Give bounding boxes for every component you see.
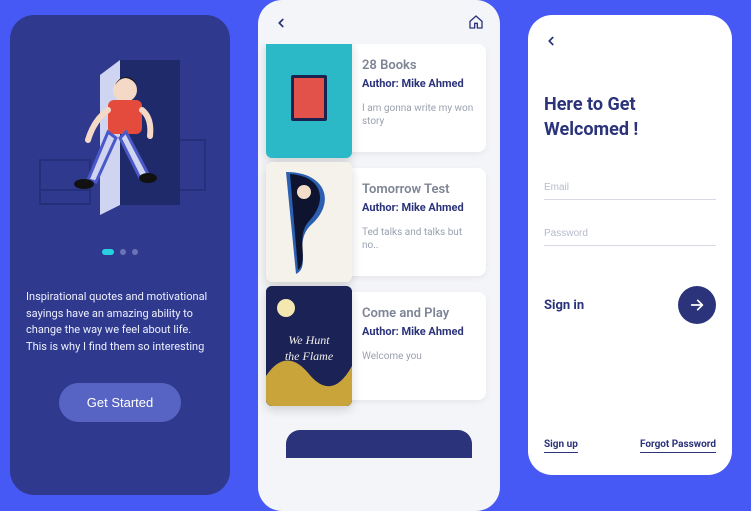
signin-row: Sign in bbox=[544, 286, 716, 324]
book-author: Author: Mike Ahmed bbox=[362, 325, 478, 338]
book-card[interactable]: Tomorrow Test Author: Mike Ahmed Ted tal… bbox=[272, 168, 486, 276]
svg-text:We Hunt: We Hunt bbox=[288, 333, 330, 347]
auth-title-line1: Here to Get bbox=[544, 94, 636, 115]
library-header bbox=[258, 0, 500, 44]
bottom-bar[interactable] bbox=[286, 430, 472, 458]
onboarding-illustration bbox=[26, 15, 214, 245]
auth-title-line2: Welcomed ! bbox=[544, 119, 638, 140]
book-info: Tomorrow Test Author: Mike Ahmed Ted tal… bbox=[362, 168, 486, 276]
book-description: I am gonna write my won story bbox=[362, 102, 478, 128]
arrow-right-icon bbox=[689, 297, 705, 313]
book-author: Author: Mike Ahmed bbox=[362, 77, 478, 90]
library-screen: 28 Books Author: Mike Ahmed I am gonna w… bbox=[258, 0, 500, 511]
email-field[interactable] bbox=[544, 176, 716, 200]
book-description: Welcome you bbox=[362, 350, 478, 363]
svg-text:the Flame: the Flame bbox=[285, 349, 334, 363]
password-field[interactable] bbox=[544, 222, 716, 246]
book-cover bbox=[266, 44, 352, 158]
book-author: Author: Mike Ahmed bbox=[362, 201, 478, 214]
book-cover: We Hunt the Flame bbox=[266, 286, 352, 406]
auth-screen: Here to Get Welcomed ! Sign in Sign up F… bbox=[528, 15, 732, 475]
back-icon[interactable] bbox=[274, 15, 288, 34]
signin-label: Sign in bbox=[544, 298, 584, 313]
get-started-button[interactable]: Get Started bbox=[59, 383, 181, 422]
book-info: 28 Books Author: Mike Ahmed I am gonna w… bbox=[362, 44, 486, 152]
book-card[interactable]: 28 Books Author: Mike Ahmed I am gonna w… bbox=[272, 44, 486, 152]
person-door-illustration bbox=[30, 40, 210, 220]
home-icon[interactable] bbox=[468, 14, 484, 34]
book-cover bbox=[266, 162, 352, 282]
forgot-password-link[interactable]: Forgot Password bbox=[640, 439, 716, 453]
dot-active bbox=[102, 249, 114, 255]
auth-title: Here to Get Welcomed ! bbox=[544, 92, 716, 142]
signup-link[interactable]: Sign up bbox=[544, 439, 578, 453]
book-info: Come and Play Author: Mike Ahmed Welcome… bbox=[362, 292, 486, 400]
dot bbox=[132, 249, 138, 255]
book-description: Ted talks and talks but no.. bbox=[362, 226, 478, 252]
auth-bottom-links: Sign up Forgot Password bbox=[544, 439, 716, 453]
book-title: 28 Books bbox=[362, 58, 478, 73]
onboarding-screen: Inspirational quotes and motivational sa… bbox=[10, 15, 230, 495]
book-card[interactable]: We Hunt the Flame Come and Play Author: … bbox=[272, 292, 486, 400]
dot bbox=[120, 249, 126, 255]
onboarding-description: Inspirational quotes and motivational sa… bbox=[26, 289, 214, 355]
book-title: Come and Play bbox=[362, 306, 478, 321]
book-list: 28 Books Author: Mike Ahmed I am gonna w… bbox=[258, 44, 500, 511]
signin-button[interactable] bbox=[678, 286, 716, 324]
back-icon[interactable] bbox=[544, 33, 716, 52]
page-indicator bbox=[102, 249, 138, 255]
book-title: Tomorrow Test bbox=[362, 182, 478, 197]
